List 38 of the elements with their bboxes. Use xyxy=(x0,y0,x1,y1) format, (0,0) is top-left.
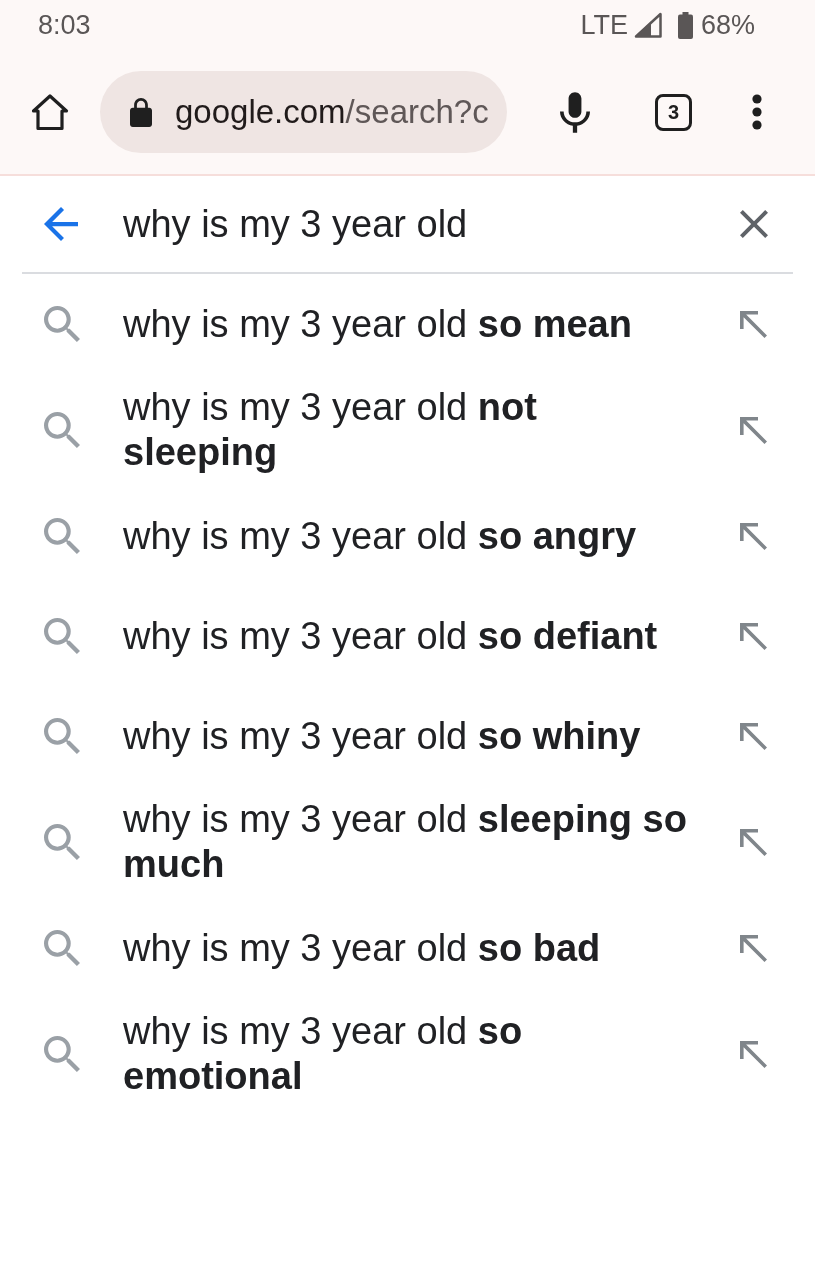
search-icon xyxy=(44,412,80,448)
clock-time: 8:03 xyxy=(38,8,91,42)
suggestion-link[interactable]: why is my 3 year old not sleeping xyxy=(123,385,691,475)
microphone-icon[interactable] xyxy=(560,91,590,133)
arrow-up-left-icon[interactable] xyxy=(740,310,767,338)
search-icon xyxy=(44,718,80,754)
search-icon xyxy=(44,518,80,554)
search-field[interactable]: why is my 3 year old xyxy=(123,196,730,252)
address-bar[interactable]: google.com/search?c xyxy=(100,71,507,153)
arrow-up-left-icon[interactable] xyxy=(740,622,767,650)
signal-icon xyxy=(633,12,662,38)
battery-icon xyxy=(677,11,693,39)
suggestion-link[interactable]: why is my 3 year old sleeping so much xyxy=(123,797,691,887)
home-icon[interactable] xyxy=(31,93,69,131)
suggestion-link[interactable]: why is my 3 year old so mean xyxy=(123,301,691,347)
suggestion-link[interactable]: why is my 3 year old so bad xyxy=(123,925,691,971)
arrow-up-left-icon[interactable] xyxy=(740,934,767,962)
search-icon xyxy=(44,824,80,860)
suggestion-link[interactable]: why is my 3 year old so angry xyxy=(123,513,691,559)
search-icon xyxy=(44,1036,80,1072)
tab-switcher-button[interactable]: 3 xyxy=(655,93,692,131)
lock-icon xyxy=(130,97,152,127)
back-arrow-icon[interactable] xyxy=(44,207,78,241)
arrow-up-left-icon[interactable] xyxy=(740,1040,767,1068)
suggestion-link[interactable]: why is my 3 year old so defiant xyxy=(123,613,691,659)
close-icon[interactable] xyxy=(740,210,768,238)
arrow-up-left-icon[interactable] xyxy=(740,416,767,444)
network-type: LTE xyxy=(580,8,628,42)
search-icon xyxy=(44,930,80,966)
battery-percent: 68% xyxy=(700,8,755,42)
arrow-up-left-icon[interactable] xyxy=(740,722,767,750)
arrow-up-left-icon[interactable] xyxy=(740,522,767,550)
search-icon xyxy=(44,306,80,342)
suggestion-link[interactable]: why is my 3 year old so whiny xyxy=(123,713,691,759)
search-icon xyxy=(44,618,80,654)
menu-icon[interactable] xyxy=(752,94,762,130)
suggestion-link[interactable]: why is my 3 year old so emotional xyxy=(123,1009,691,1099)
arrow-up-left-icon[interactable] xyxy=(740,828,767,856)
